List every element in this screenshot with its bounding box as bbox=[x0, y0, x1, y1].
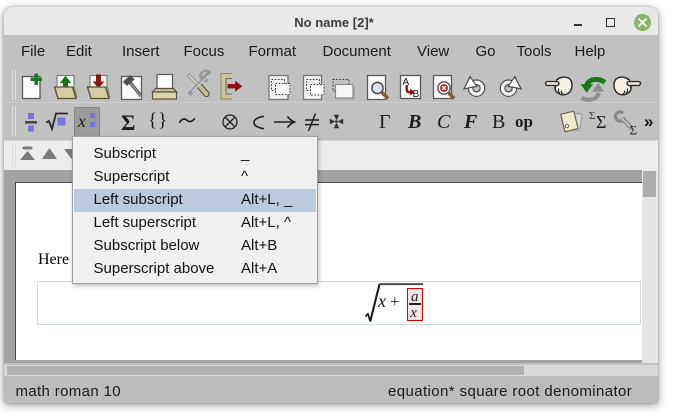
svg-text:Σ: Σ bbox=[630, 123, 638, 137]
svg-text:B: B bbox=[413, 89, 420, 100]
